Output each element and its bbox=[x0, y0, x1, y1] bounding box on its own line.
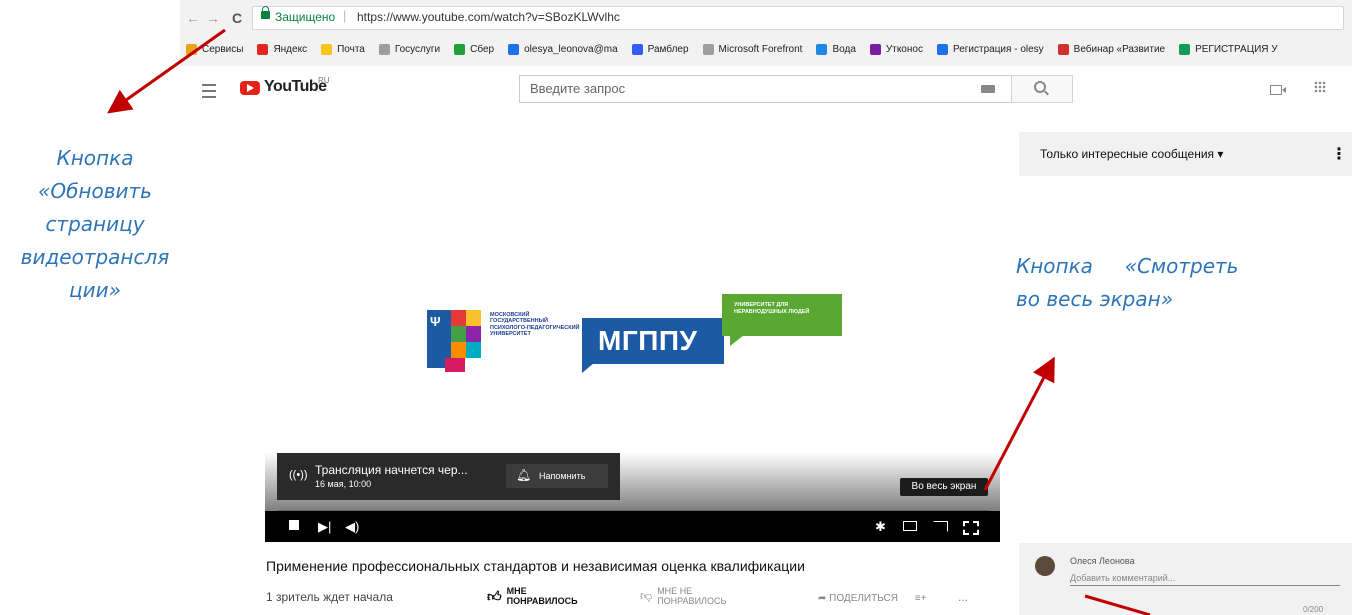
arrow-to-fullscreen bbox=[983, 356, 1055, 491]
annotation-arrows bbox=[107, 28, 1151, 615]
arrow-to-chat bbox=[1084, 594, 1151, 615]
arrow-to-reload bbox=[107, 28, 226, 114]
